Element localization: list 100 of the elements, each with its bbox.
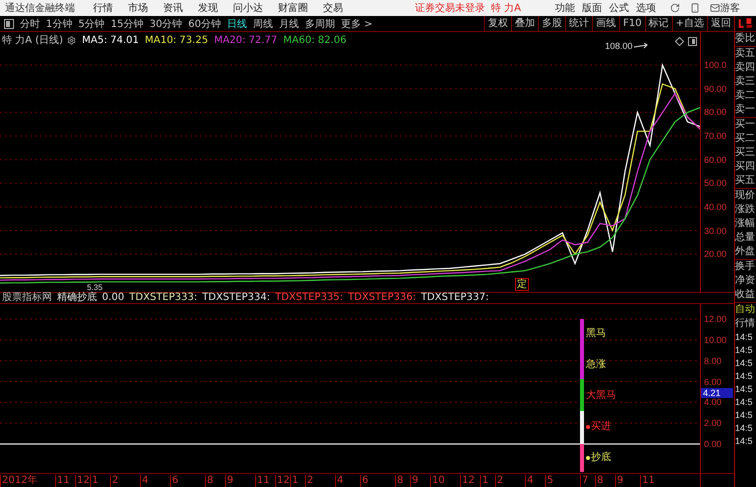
price-label: 30.00 bbox=[704, 226, 727, 236]
date-label: 1 bbox=[480, 475, 488, 487]
period-tab[interactable]: 1分钟 bbox=[46, 16, 72, 30]
legend-value: 74.01 bbox=[110, 34, 139, 46]
ticker-title: 行情 bbox=[735, 317, 756, 331]
menu-item[interactable]: 交易 bbox=[323, 1, 343, 15]
date-label: 8 bbox=[395, 475, 404, 487]
axis-label: 6.00 bbox=[704, 378, 722, 386]
date-label: 4 bbox=[335, 475, 344, 487]
current-value-label: 4.21 bbox=[701, 388, 733, 398]
date-label: 5 bbox=[545, 475, 554, 487]
chart-title: 特 力A (日线) bbox=[2, 34, 64, 47]
formula-name: 精确抄底 bbox=[57, 293, 97, 303]
period-tab[interactable]: 更多 > bbox=[340, 16, 373, 30]
menu-item[interactable]: 问小达 bbox=[233, 1, 263, 15]
login-status[interactable]: 证券交易未登录 bbox=[415, 1, 485, 15]
tool-button[interactable]: 叠加 bbox=[511, 16, 538, 31]
price-label: 40.00 bbox=[704, 202, 727, 212]
quote-label: 总量 bbox=[735, 231, 756, 245]
tool-button[interactable]: 复权 bbox=[484, 16, 512, 31]
trade-time: 14:5 bbox=[735, 357, 754, 370]
period-tab[interactable]: 60分钟 bbox=[188, 16, 221, 30]
menu-item[interactable]: 财富圈 bbox=[278, 1, 308, 15]
menu-item[interactable]: 选项 bbox=[636, 1, 656, 15]
menu-item[interactable]: 资讯 bbox=[163, 1, 183, 15]
trade-time: 14:5 bbox=[735, 344, 754, 357]
quote-label: 买四 bbox=[735, 160, 756, 174]
period-tab[interactable]: 日线 bbox=[226, 16, 247, 30]
trade-time: 14:5 bbox=[735, 331, 754, 344]
period-tab[interactable]: 月线 bbox=[278, 16, 299, 30]
period-tab[interactable]: 15分钟 bbox=[110, 16, 144, 30]
trade-time: 14:5 bbox=[735, 422, 754, 435]
date-label: 11 bbox=[640, 475, 655, 487]
tool-button[interactable]: 画线 bbox=[592, 16, 620, 31]
quote-label: 卖四 bbox=[735, 61, 756, 75]
arrow-icon bbox=[634, 43, 648, 49]
axis-label: 12.00 bbox=[704, 315, 727, 324]
legend-value: 82.06 bbox=[318, 34, 346, 46]
period-tab[interactable]: 周线 bbox=[252, 16, 273, 30]
price-label: 90.00 bbox=[704, 84, 727, 94]
signal-label: 急涨 bbox=[586, 359, 606, 371]
axis-label: 8.00 bbox=[704, 356, 722, 366]
panel-icon[interactable] bbox=[4, 18, 14, 28]
date-label: 2012年 bbox=[0, 475, 38, 487]
envelope-icon[interactable] bbox=[710, 3, 720, 13]
high-price-label: 108.00 bbox=[605, 41, 633, 51]
circular-arrow-icon[interactable] bbox=[670, 3, 680, 13]
price-label: 70.00 bbox=[704, 132, 727, 141]
signal-label: 黑马 bbox=[586, 328, 606, 340]
date-label: 12 bbox=[460, 475, 475, 487]
ticker-title: 自动 bbox=[735, 303, 756, 317]
legend-value: 73.25 bbox=[179, 34, 208, 46]
menu-item[interactable]: 公式 bbox=[609, 1, 630, 15]
period-tab[interactable]: 5分钟 bbox=[78, 16, 105, 30]
date-label: 2 bbox=[305, 475, 314, 487]
tool-button[interactable]: 统计 bbox=[565, 16, 592, 31]
indicator-value: 0.00 bbox=[102, 293, 124, 303]
date-label: 6 bbox=[170, 475, 178, 487]
period-tab[interactable]: 30分钟 bbox=[149, 16, 182, 30]
trade-time: 14:5 bbox=[735, 435, 754, 448]
trade-time: 14:5 bbox=[735, 409, 754, 422]
date-label: 11 bbox=[255, 475, 270, 487]
date-label: 8 bbox=[595, 475, 604, 487]
trade-time: 14:5 bbox=[735, 383, 754, 396]
date-label: 9 bbox=[410, 475, 418, 487]
menu-item[interactable]: 功能 bbox=[555, 1, 576, 15]
chart-marker: 定 bbox=[515, 278, 529, 291]
signal-label: 大黑马 bbox=[586, 390, 616, 402]
settings-icon[interactable] bbox=[67, 36, 76, 44]
legend-value: 72.77 bbox=[248, 34, 278, 46]
signal-label: 抄底 bbox=[586, 452, 611, 464]
date-label: 10 bbox=[430, 475, 445, 487]
quote-label: 卖五 bbox=[735, 47, 756, 61]
period-tab[interactable]: 多周期 bbox=[304, 16, 335, 30]
user-name[interactable]: 游客 bbox=[720, 1, 740, 15]
date-label: 8 bbox=[205, 475, 214, 487]
tool-button[interactable]: F10 bbox=[619, 16, 645, 31]
period-tab[interactable]: 分时 bbox=[20, 16, 40, 30]
tool-button[interactable]: 多股 bbox=[538, 16, 566, 31]
output-label: TDXSTEP333: bbox=[129, 293, 198, 303]
menu-item[interactable]: 行情 bbox=[93, 1, 113, 15]
menu-item[interactable]: 版面 bbox=[582, 1, 602, 15]
quote-label: 涨幅 bbox=[735, 217, 756, 231]
menu-item[interactable]: 市场 bbox=[128, 1, 148, 15]
date-label: 12 bbox=[275, 475, 290, 487]
tool-button[interactable]: +自选 bbox=[672, 16, 707, 31]
indicator-name[interactable]: 股票指标网 bbox=[2, 293, 52, 303]
chart-tools-icon[interactable] bbox=[675, 37, 697, 46]
tool-button[interactable]: 返回 bbox=[707, 16, 734, 31]
axis-label: 2.00 bbox=[704, 419, 722, 428]
price-label: 80.00 bbox=[704, 108, 727, 118]
date-label: 2 bbox=[495, 475, 504, 487]
phone-icon[interactable] bbox=[690, 3, 700, 13]
menu-item[interactable]: 发现 bbox=[198, 1, 218, 15]
signal-label: 买进 bbox=[586, 421, 611, 433]
tool-button[interactable]: 标记 bbox=[644, 16, 672, 31]
date-label: 9 bbox=[615, 475, 624, 487]
output-label: TDXSTEP334: bbox=[202, 293, 270, 303]
quote-label: 卖一 bbox=[735, 103, 756, 117]
low-price-label: 5.35 bbox=[87, 284, 103, 292]
